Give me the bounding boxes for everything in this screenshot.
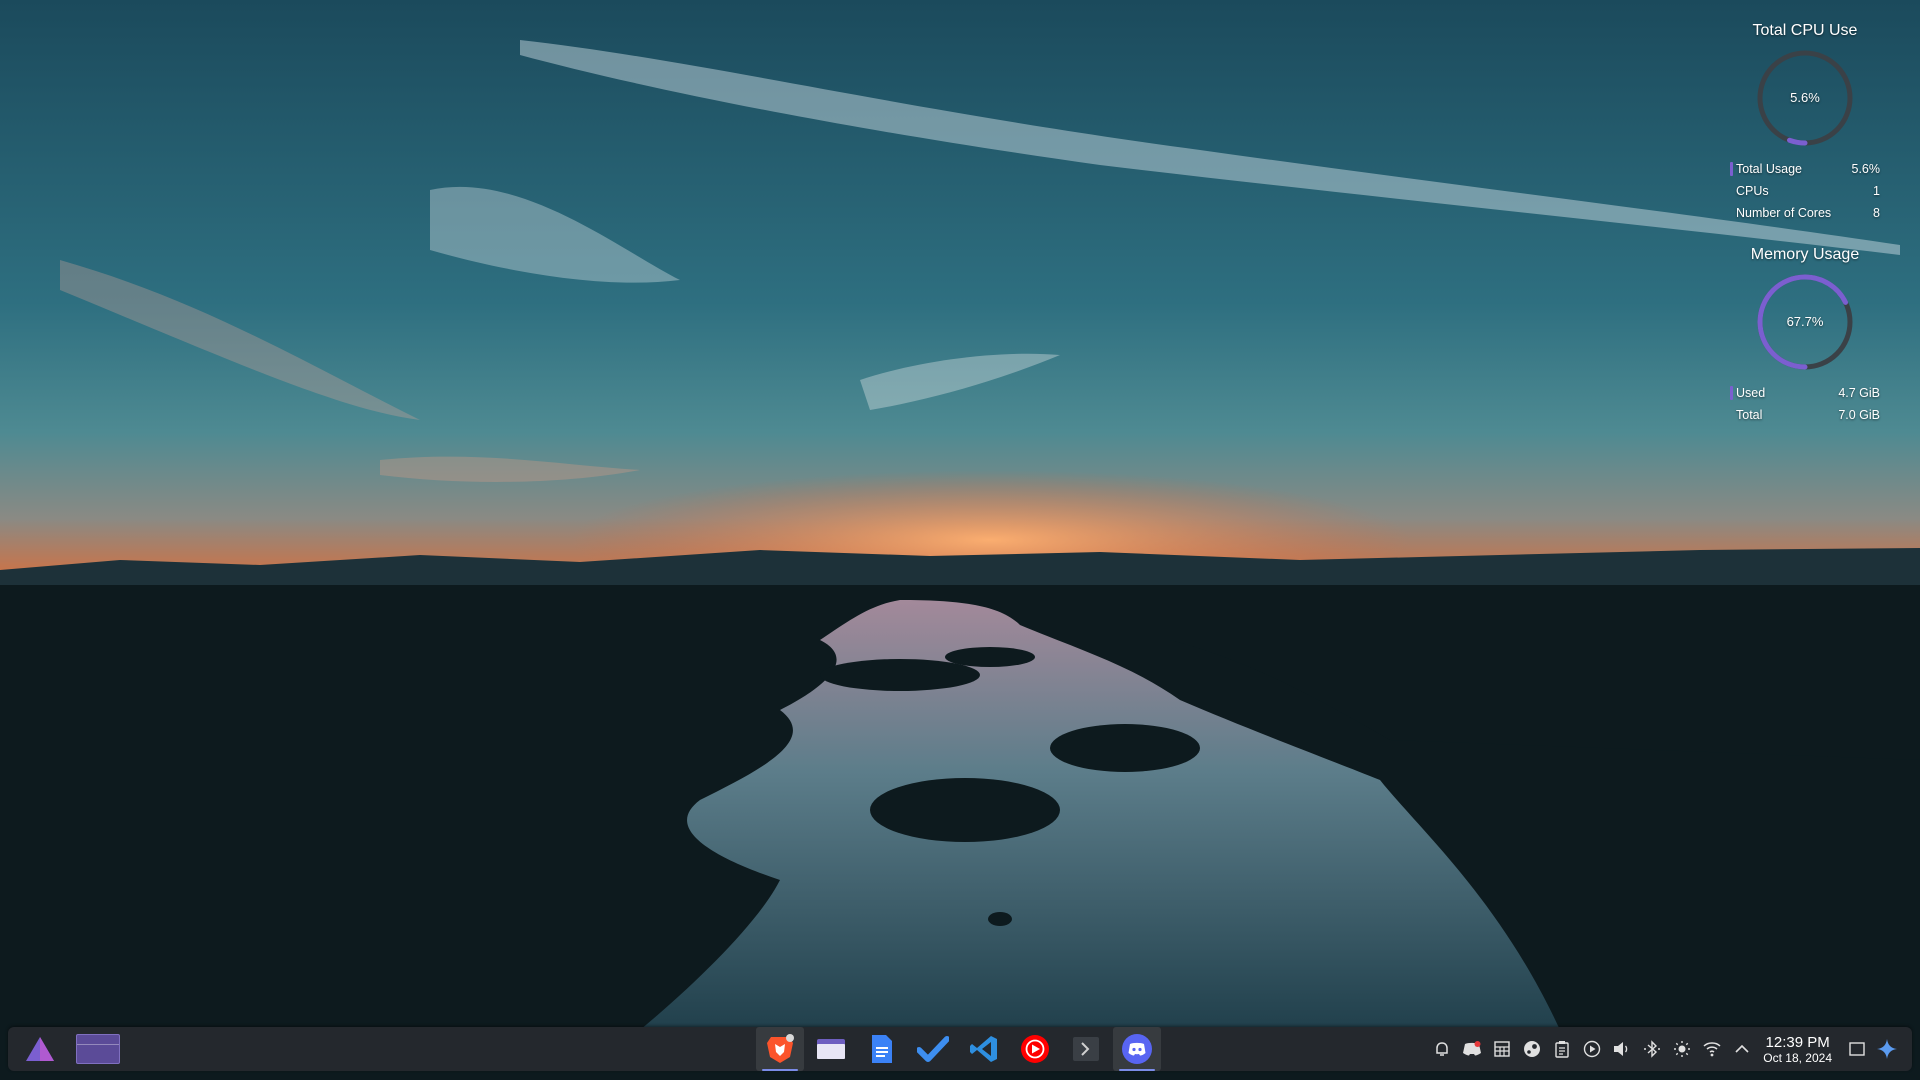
stat-row: Total Usage 5.6% xyxy=(1730,158,1880,180)
cpu-widget-title: Total CPU Use xyxy=(1752,22,1858,39)
cpu-usage-widget: Total CPU Use 5.6% Total Usage 5.6% CPUs 1 N… xyxy=(1730,22,1880,224)
youtube-music-icon[interactable] xyxy=(1011,1027,1059,1071)
discord-tray-icon[interactable] xyxy=(1457,1027,1487,1071)
stat-label: Used xyxy=(1736,386,1766,400)
show-desktop-icon[interactable] xyxy=(1842,1027,1872,1071)
cpu-stats-list: Total Usage 5.6% CPUs 1 Number of Cores 8 xyxy=(1730,158,1880,224)
stat-value: 7.0 GiB xyxy=(1838,408,1880,422)
desktop-wallpaper xyxy=(0,0,1920,1080)
clipboard-icon[interactable] xyxy=(1547,1027,1577,1071)
legend-swatch xyxy=(1730,162,1733,176)
virtual-desktop-pager[interactable] xyxy=(76,1034,120,1064)
memory-widget-title: Memory Usage xyxy=(1750,246,1860,263)
stat-value: 5.6% xyxy=(1851,162,1881,176)
clock-time: 12:39 PM xyxy=(1765,1033,1830,1051)
digital-clock[interactable]: 12:39 PM Oct 18, 2024 xyxy=(1763,1035,1832,1064)
cpu-gauge: 5.6% xyxy=(1755,48,1855,148)
wifi-icon[interactable] xyxy=(1697,1027,1727,1071)
memory-stats-list: Used 4.7 GiB Total 7.0 GiB xyxy=(1730,382,1880,426)
volume-icon[interactable] xyxy=(1607,1027,1637,1071)
sparkle-icon[interactable] xyxy=(1872,1027,1902,1071)
terminal-icon[interactable] xyxy=(1062,1027,1110,1071)
taskbar: 12:39 PM Oct 18, 2024 xyxy=(8,1027,1912,1071)
brightness-icon[interactable] xyxy=(1667,1027,1697,1071)
clock-date: Oct 18, 2024 xyxy=(1763,1050,1832,1065)
cpu-gauge-value: 5.6% xyxy=(1790,90,1820,105)
memory-gauge-value: 67.7% xyxy=(1786,314,1824,329)
notifications-icon[interactable] xyxy=(1427,1027,1457,1071)
discord-icon[interactable] xyxy=(1113,1027,1161,1071)
stat-value: 1 xyxy=(1873,184,1880,198)
stat-row: CPUs 1 xyxy=(1730,180,1880,202)
folder-icon[interactable] xyxy=(807,1027,855,1071)
brave-icon[interactable] xyxy=(756,1027,804,1071)
application-launcher-icon[interactable] xyxy=(16,1027,64,1071)
checkmark-icon[interactable] xyxy=(909,1027,957,1071)
clipboard-grid-icon[interactable] xyxy=(1487,1027,1517,1071)
stat-row: Used 4.7 GiB xyxy=(1730,382,1880,404)
chevron-up-icon[interactable] xyxy=(1727,1027,1757,1071)
stat-label: CPUs xyxy=(1736,184,1769,198)
memory-gauge: 67.7% xyxy=(1755,272,1855,372)
document-icon[interactable] xyxy=(858,1027,906,1071)
stat-value: 4.7 GiB xyxy=(1838,386,1880,400)
taskbar-left xyxy=(16,1027,120,1071)
stat-value: 8 xyxy=(1873,206,1880,220)
vscode-icon[interactable] xyxy=(960,1027,1008,1071)
stat-row: Total 7.0 GiB xyxy=(1730,404,1880,426)
media-play-icon[interactable] xyxy=(1577,1027,1607,1071)
system-tray: 12:39 PM Oct 18, 2024 xyxy=(1427,1027,1902,1071)
task-manager xyxy=(756,1027,1161,1071)
steam-icon[interactable] xyxy=(1517,1027,1547,1071)
stat-label: Number of Cores xyxy=(1736,206,1832,220)
legend-swatch xyxy=(1730,386,1733,400)
stat-label: Total xyxy=(1736,408,1763,422)
bluetooth-icon[interactable] xyxy=(1637,1027,1667,1071)
stat-label: Total Usage xyxy=(1736,162,1803,176)
stat-row: Number of Cores 8 xyxy=(1730,202,1880,224)
memory-usage-widget: Memory Usage 67.7% Used 4.7 GiB Total 7.0 G… xyxy=(1730,246,1880,426)
